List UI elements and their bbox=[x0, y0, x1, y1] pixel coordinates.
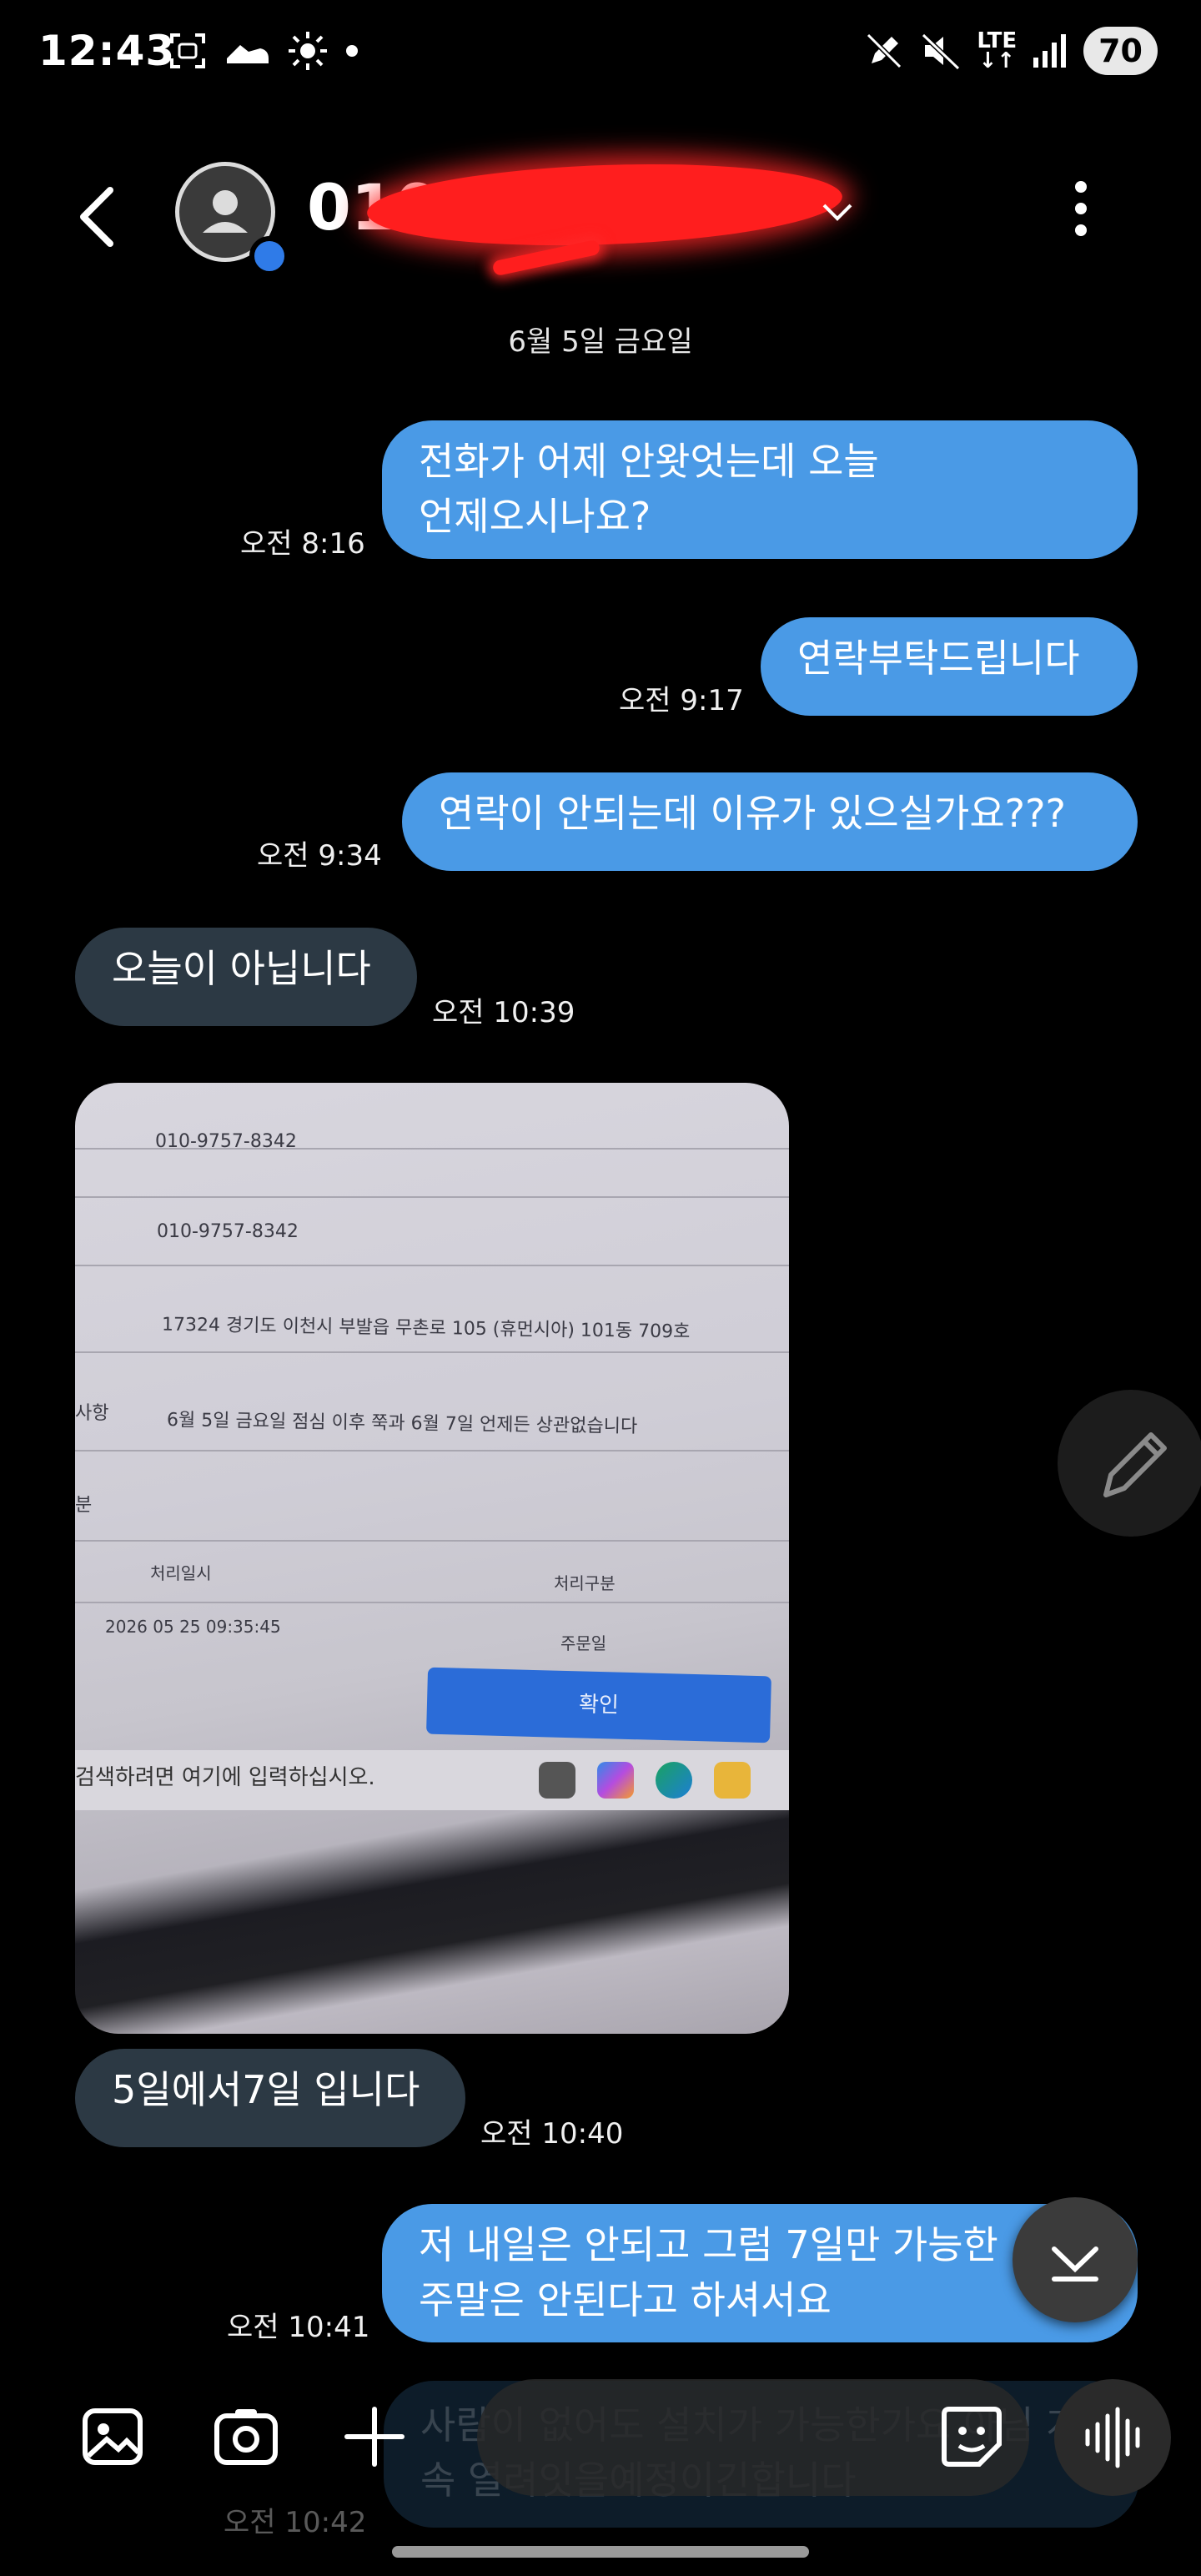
message-time: 오전 10:41 bbox=[227, 2311, 370, 2344]
screenshot-icon bbox=[170, 33, 205, 68]
photo-table-rule bbox=[75, 1540, 789, 1542]
photo-text-address: 17324 경기도 이천시 부발읍 무촌로 105 (휴먼시아) 101동 70… bbox=[161, 1314, 691, 1343]
photo-text-phone: 010-9757-8342 bbox=[155, 1131, 297, 1152]
photo-text-memo: 6월 5일 금요일 점심 이후 쭉과 6월 7일 언제든 상관없습니다 bbox=[166, 1410, 638, 1437]
pencil-icon bbox=[1103, 1432, 1167, 1497]
message-time: 오전 10:42 bbox=[224, 2506, 367, 2539]
more-vert-icon bbox=[1075, 181, 1087, 236]
back-arrow-icon bbox=[80, 187, 113, 247]
photo-text-column: 처리일시 bbox=[150, 1563, 212, 1583]
conversation-header: 010 bbox=[0, 150, 1201, 277]
signal-icon bbox=[1033, 34, 1067, 68]
plus-icon bbox=[344, 2407, 405, 2467]
photo-table-rule bbox=[75, 1196, 789, 1198]
received-message-bubble[interactable]: 5일에서7일 입니다 bbox=[75, 2049, 465, 2147]
camera-icon bbox=[214, 2409, 278, 2465]
photo-taskbar-search: 검색하려면 여기에 입력하십시오. bbox=[75, 1765, 375, 1790]
battery-indicator: 70 bbox=[1083, 27, 1158, 75]
photo-text-row: 2026 05 25 09:35:45 bbox=[105, 1617, 281, 1637]
sent-message-bubble[interactable]: 연락이 안되는데 이유가 있으실가요??? bbox=[402, 772, 1138, 871]
compose-button[interactable] bbox=[1058, 1390, 1201, 1537]
folder-icon bbox=[714, 1762, 751, 1799]
received-photo[interactable]: 010-9757-8342 010-9757-8342 17324 경기도 이천… bbox=[75, 1083, 789, 2034]
voice-record-button[interactable] bbox=[1054, 2379, 1171, 2496]
photo-taskbar-icons bbox=[539, 1762, 751, 1799]
date-divider: 6월 5일 금요일 bbox=[508, 325, 693, 359]
message-time: 오전 9:17 bbox=[619, 684, 744, 717]
photo-table-rule bbox=[75, 1450, 789, 1452]
notification-icons bbox=[167, 30, 360, 72]
task-view-icon bbox=[539, 1762, 575, 1799]
message-time: 오전 8:16 bbox=[240, 527, 365, 561]
sound-wave-icon bbox=[1085, 2407, 1140, 2468]
sent-message-bubble[interactable]: 전화가 어제 안왓엇는데 오늘 언제오시나요? bbox=[382, 420, 1138, 559]
mute-icon bbox=[922, 33, 961, 71]
more-options-button[interactable] bbox=[1056, 175, 1106, 242]
photo-text-phone: 010-9757-8342 bbox=[157, 1221, 299, 1242]
scroll-to-bottom-button[interactable] bbox=[1013, 2197, 1138, 2322]
brightness-icon bbox=[289, 32, 327, 70]
system-icons: LTE ↓↑ 70 bbox=[863, 27, 1158, 75]
network-type: LTE ↓↑ bbox=[977, 28, 1018, 73]
gallery-button[interactable] bbox=[75, 2399, 150, 2474]
unread-status-dot bbox=[249, 236, 289, 276]
photo-table-rule bbox=[75, 1351, 789, 1353]
status-time: 12:43 bbox=[38, 27, 176, 75]
received-message-bubble[interactable]: 오늘이 아닙니다 bbox=[75, 928, 417, 1026]
status-bar: 12:43 LTE ↓↑ 70 bbox=[0, 0, 1201, 108]
camera-button[interactable] bbox=[209, 2399, 284, 2474]
edge-icon bbox=[656, 1762, 692, 1799]
message-time: 오전 10:39 bbox=[432, 996, 575, 1029]
shoe-icon bbox=[227, 45, 269, 63]
pen-off-icon bbox=[867, 33, 902, 69]
photo-taskbar: 검색하려면 여기에 입력하십시오. bbox=[75, 1750, 789, 1810]
photo-text-row: 주문일 bbox=[560, 1633, 607, 1653]
photo-confirm-button: 확인 bbox=[426, 1667, 771, 1743]
copilot-icon bbox=[597, 1762, 634, 1799]
scroll-down-icon bbox=[1052, 2246, 1098, 2282]
image-icon bbox=[83, 2408, 143, 2465]
chevron-down-icon[interactable] bbox=[819, 200, 856, 225]
sent-message-bubble[interactable]: 연락부탁드립니다 bbox=[761, 617, 1138, 716]
sticker-button[interactable] bbox=[934, 2399, 1009, 2474]
back-button[interactable] bbox=[68, 184, 127, 250]
message-time: 오전 9:34 bbox=[257, 839, 382, 873]
attach-button[interactable] bbox=[337, 2399, 412, 2474]
photo-table-rule bbox=[75, 1602, 789, 1603]
message-time: 오전 10:40 bbox=[480, 2117, 624, 2151]
photo-text-column: 처리구분 bbox=[554, 1573, 616, 1593]
photo-text-label: 분 bbox=[75, 1495, 93, 1516]
dot-icon bbox=[346, 45, 358, 57]
contact-avatar[interactable] bbox=[175, 162, 289, 276]
photo-table-rule bbox=[75, 1265, 789, 1266]
photo-text-label: 사항 bbox=[75, 1403, 109, 1424]
home-indicator[interactable] bbox=[392, 2546, 809, 2558]
sticker-icon bbox=[942, 2407, 1002, 2467]
